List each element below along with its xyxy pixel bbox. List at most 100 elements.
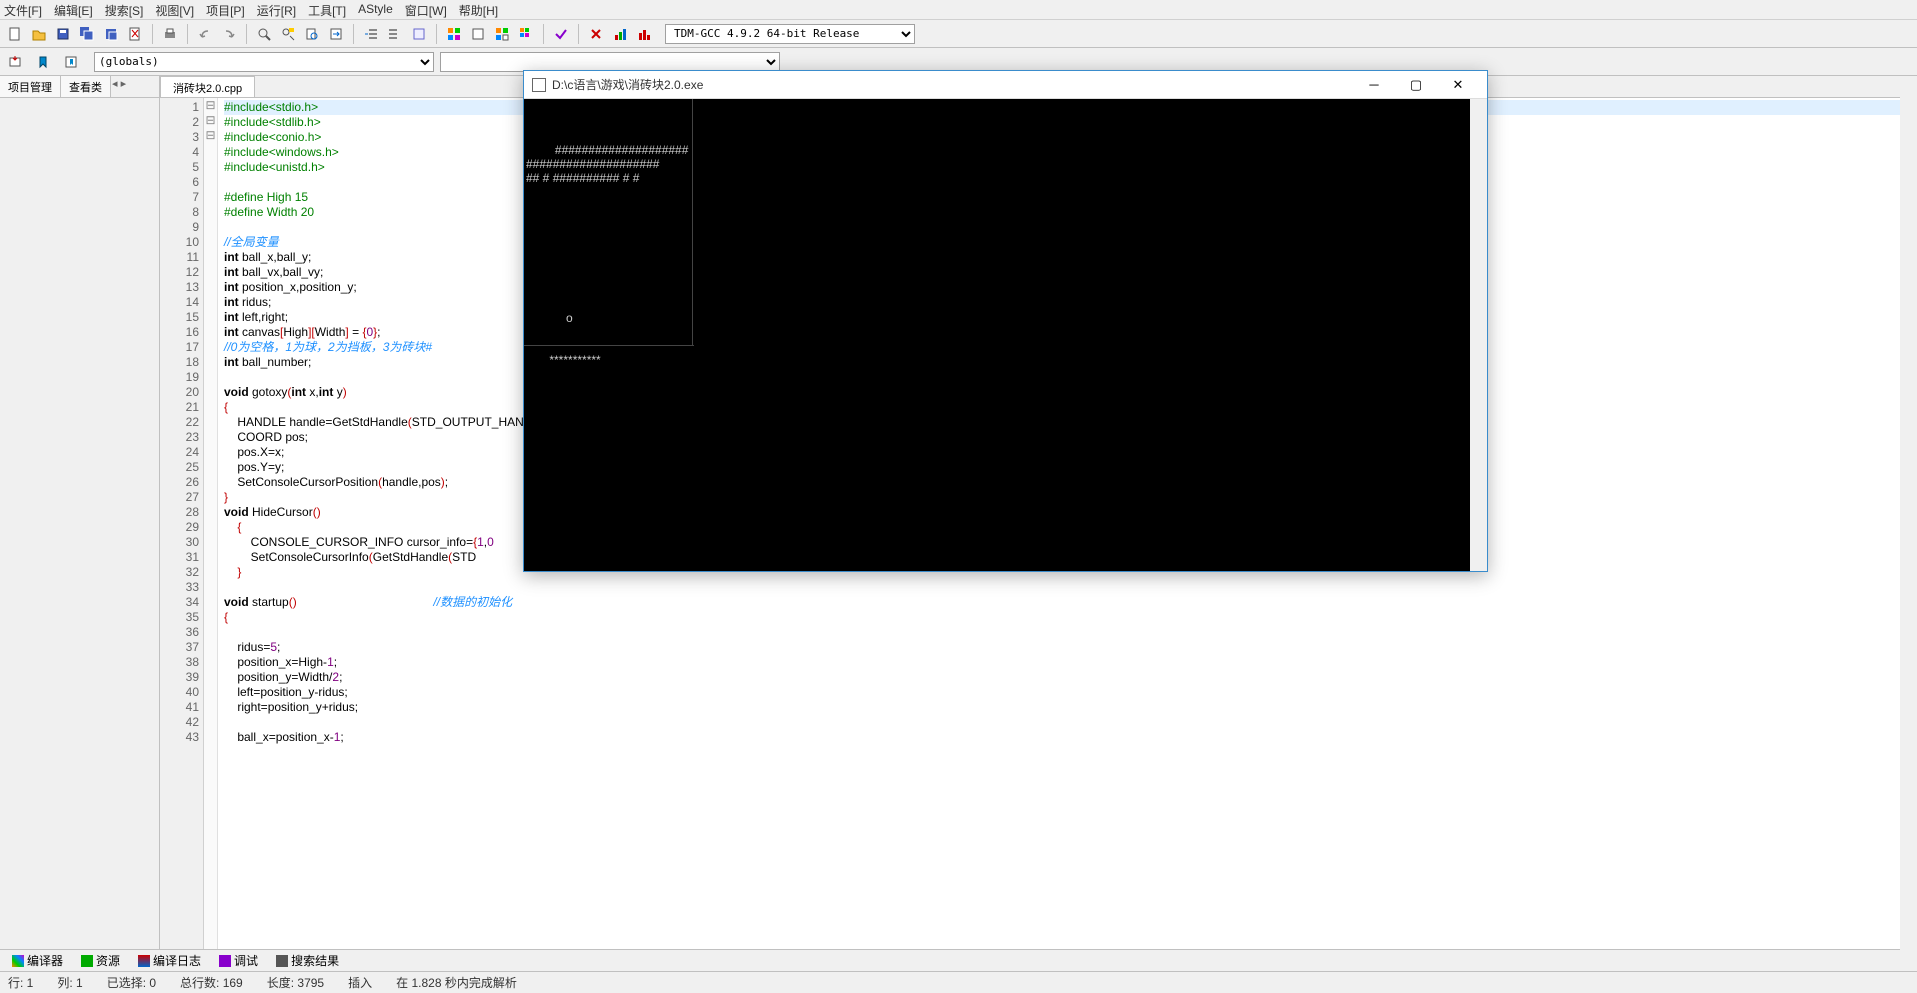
compiler-combo[interactable]: TDM-GCC 4.9.2 64-bit Release bbox=[665, 24, 915, 44]
open-folder-icon bbox=[32, 27, 46, 41]
find-button[interactable] bbox=[253, 23, 275, 45]
minimize-button[interactable]: ─ bbox=[1353, 73, 1395, 97]
menu-tools[interactable]: 工具[T] bbox=[308, 2, 346, 17]
menu-search[interactable]: 搜索[S] bbox=[105, 2, 144, 17]
open-file-button[interactable] bbox=[28, 23, 50, 45]
outdent-button[interactable] bbox=[384, 23, 406, 45]
line-number-gutter: 1234567891011121314151617181920212223242… bbox=[160, 98, 204, 949]
menu-window[interactable]: 窗口[W] bbox=[405, 2, 447, 17]
console-output[interactable]: #################### ###################… bbox=[524, 99, 1487, 571]
undo-button[interactable] bbox=[194, 23, 216, 45]
maximize-button[interactable]: ▢ bbox=[1395, 73, 1437, 97]
console-grid-vline bbox=[692, 99, 693, 345]
tab-resource[interactable]: 资源 bbox=[73, 950, 128, 971]
profile-button[interactable] bbox=[609, 23, 631, 45]
compile-run-icon bbox=[495, 27, 509, 41]
status-bar: 行: 1 列: 1 已选择: 0 总行数: 169 长度: 3795 插入 在 … bbox=[0, 971, 1917, 993]
new-file-button[interactable] bbox=[4, 23, 26, 45]
save-as-icon bbox=[104, 27, 118, 41]
bottom-panel-tabs: 编译器 资源 编译日志 调试 搜索结果 bbox=[0, 949, 1917, 971]
separator bbox=[187, 24, 188, 44]
fold-column[interactable]: ⊟⊟⊟ bbox=[204, 98, 218, 949]
run-button[interactable] bbox=[467, 23, 489, 45]
side-tabs: 项目管理 查看类 ◂ ▸ bbox=[0, 76, 159, 98]
status-col: 列: 1 bbox=[57, 974, 82, 991]
status-selected: 已选择: 0 bbox=[107, 974, 156, 991]
console-titlebar[interactable]: D:\c语言\游戏\消砖块2.0.exe ─ ▢ ✕ bbox=[524, 71, 1487, 99]
menu-edit[interactable]: 编辑[E] bbox=[54, 2, 93, 17]
indent-button[interactable] bbox=[360, 23, 382, 45]
menu-bar: 文件[F] 编辑[E] 搜索[S] 视图[V] 项目[P] 运行[R] 工具[T… bbox=[0, 0, 1917, 20]
print-button[interactable] bbox=[159, 23, 181, 45]
menu-run[interactable]: 运行[R] bbox=[257, 2, 296, 17]
scope-combo[interactable]: (globals) bbox=[94, 52, 434, 72]
close-window-button[interactable]: ✕ bbox=[1437, 73, 1479, 97]
compile-icon bbox=[447, 27, 461, 41]
save-as-button[interactable] bbox=[100, 23, 122, 45]
tab-class-view[interactable]: 查看类 bbox=[61, 76, 111, 97]
find-files-icon bbox=[305, 27, 319, 41]
separator bbox=[578, 24, 579, 44]
new-project-button[interactable] bbox=[4, 51, 26, 73]
status-total-lines: 总行数: 169 bbox=[180, 974, 243, 991]
goto-bookmark-button[interactable] bbox=[60, 51, 82, 73]
tab-search-result[interactable]: 搜索结果 bbox=[268, 950, 347, 971]
console-title-text: D:\c语言\游戏\消砖块2.0.exe bbox=[552, 76, 1353, 93]
format-button[interactable] bbox=[408, 23, 430, 45]
bar-chart2-icon bbox=[637, 27, 651, 41]
x-icon bbox=[589, 27, 603, 41]
check-icon bbox=[554, 27, 568, 41]
status-line: 行: 1 bbox=[8, 974, 33, 991]
menu-project[interactable]: 项目[P] bbox=[206, 2, 245, 17]
bookmark-icon bbox=[36, 55, 50, 69]
insert-icon bbox=[8, 55, 22, 69]
save-all-button[interactable] bbox=[76, 23, 98, 45]
search-result-icon bbox=[276, 955, 288, 967]
outdent-icon bbox=[388, 27, 402, 41]
resource-icon bbox=[81, 955, 93, 967]
menu-help[interactable]: 帮助[H] bbox=[459, 2, 498, 17]
status-length: 长度: 3795 bbox=[267, 974, 324, 991]
tab-compiler[interactable]: 编译器 bbox=[4, 950, 71, 971]
separator bbox=[152, 24, 153, 44]
separator bbox=[543, 24, 544, 44]
bar-chart-icon bbox=[613, 27, 627, 41]
find-in-files-button[interactable] bbox=[301, 23, 323, 45]
main-toolbar: TDM-GCC 4.9.2 64-bit Release bbox=[0, 20, 1917, 48]
replace-button[interactable] bbox=[277, 23, 299, 45]
stop-button[interactable] bbox=[585, 23, 607, 45]
rebuild-button[interactable] bbox=[515, 23, 537, 45]
compile-button[interactable] bbox=[443, 23, 465, 45]
menu-view[interactable]: 视图[V] bbox=[155, 2, 194, 17]
console-text: #################### ###################… bbox=[526, 143, 688, 367]
console-scrollbar[interactable] bbox=[1470, 99, 1487, 571]
run-icon bbox=[471, 27, 485, 41]
grid-icon bbox=[12, 955, 24, 967]
tab-compile-log[interactable]: 编译日志 bbox=[130, 950, 209, 971]
function-combo[interactable] bbox=[440, 52, 780, 72]
side-nav-arrows[interactable]: ◂ ▸ bbox=[111, 76, 127, 97]
redo-button[interactable] bbox=[218, 23, 240, 45]
compile-run-button[interactable] bbox=[491, 23, 513, 45]
goto-button[interactable] bbox=[325, 23, 347, 45]
menu-astyle[interactable]: AStyle bbox=[358, 2, 393, 17]
debug-button[interactable] bbox=[550, 23, 572, 45]
menu-file[interactable]: 文件[F] bbox=[4, 2, 42, 17]
close-file-icon bbox=[128, 27, 142, 41]
save-button[interactable] bbox=[52, 23, 74, 45]
tab-project[interactable]: 项目管理 bbox=[0, 76, 61, 97]
separator bbox=[246, 24, 247, 44]
status-parse-time: 在 1.828 秒内完成解析 bbox=[396, 974, 517, 991]
close-button[interactable] bbox=[124, 23, 146, 45]
new-file-icon bbox=[8, 27, 22, 41]
console-window: D:\c语言\游戏\消砖块2.0.exe ─ ▢ ✕ #############… bbox=[523, 70, 1488, 572]
tab-debug[interactable]: 调试 bbox=[211, 950, 266, 971]
print-icon bbox=[163, 27, 177, 41]
bookmark-button[interactable] bbox=[32, 51, 54, 73]
profile2-button[interactable] bbox=[633, 23, 655, 45]
page-scrollbar[interactable] bbox=[1900, 76, 1917, 949]
console-grid-hline bbox=[524, 345, 694, 346]
goto-bookmark-icon bbox=[64, 55, 78, 69]
format-icon bbox=[412, 27, 426, 41]
file-tab-active[interactable]: 消砖块2.0.cpp bbox=[160, 76, 255, 97]
